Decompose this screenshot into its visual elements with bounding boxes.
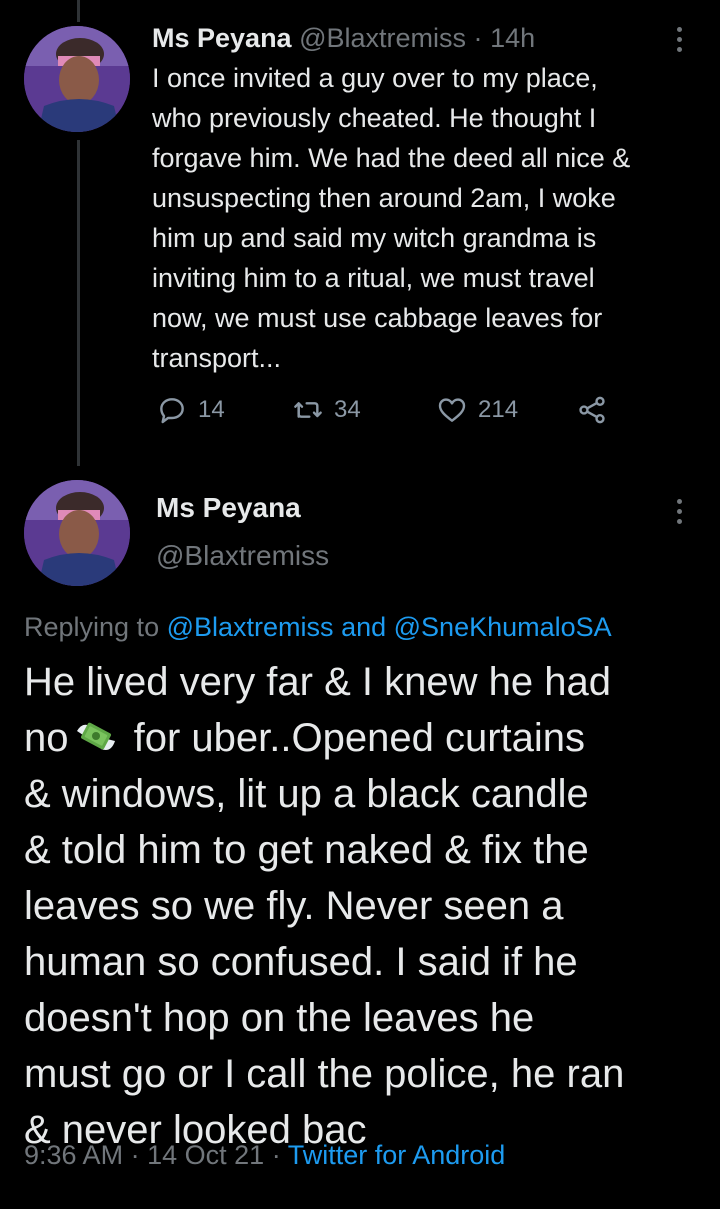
avatar-image [24, 26, 130, 132]
tweet-line: & told him to get naked & fix the [24, 828, 589, 872]
tweet-line: him up and said my witch grandma is [152, 223, 597, 253]
separator: · [473, 23, 483, 53]
more-options-button[interactable] [664, 22, 694, 56]
thread-line [77, 140, 80, 466]
tweet-text: I once invited a guy over to my place, w… [152, 58, 692, 378]
thread-line-top [77, 0, 80, 22]
footer-time[interactable]: 9:36 AM [24, 1140, 123, 1170]
avatar-image [24, 480, 130, 586]
tweet-actions: 14 34 214 [156, 394, 636, 434]
tweet-line: no for uber..Opened curtains [24, 710, 704, 766]
tweet-word: for uber..Opened curtains [133, 716, 586, 760]
source-link[interactable]: Twitter for Android [288, 1140, 506, 1170]
like-icon [438, 398, 466, 422]
retweet-icon [294, 402, 322, 418]
more-options-button[interactable] [664, 494, 694, 528]
tweet-text: He lived very far & I knew he had no for… [24, 654, 704, 1158]
avatar[interactable] [24, 26, 130, 132]
and-word: and [341, 612, 387, 642]
tweet-line: must go or I call the police, he ran [24, 1052, 625, 1096]
tweet-line: leaves so we fly. Never seen a [24, 884, 564, 928]
separator: · [130, 1140, 140, 1170]
tweet-line: He lived very far & I knew he had [24, 660, 611, 704]
like-button[interactable]: 214 [436, 394, 518, 426]
tweet-line: forgave him. We had the deed all nice & [152, 143, 631, 173]
replying-label: Replying to [24, 612, 160, 642]
tweet-line: now, we must use cabbage leaves for [152, 303, 603, 333]
avatar[interactable] [24, 480, 130, 586]
replying-to: Replying to @Blaxtremiss and @SneKhumalo… [24, 612, 612, 643]
reply-count: 14 [198, 396, 225, 423]
tweet-line: inviting him to a ritual, we must travel [152, 263, 595, 293]
footer-date[interactable]: 14 Oct 21 [147, 1140, 264, 1170]
tweet-line: who previously cheated. He thought I [152, 103, 597, 133]
tweet-line: doesn't hop on the leaves he [24, 996, 535, 1040]
tweet-line: unsuspecting then around 2am, I woke [152, 183, 616, 213]
user-handle[interactable]: @Blaxtremiss [156, 540, 329, 572]
reply-button[interactable]: 14 [156, 394, 225, 426]
retweet-button[interactable]: 34 [292, 394, 361, 426]
mention-link[interactable]: @SneKhumaloSA [394, 612, 612, 642]
money-with-wings-icon [76, 722, 115, 750]
tweet-line: human so confused. I said if he [24, 940, 578, 984]
display-name[interactable]: Ms Peyana [152, 23, 292, 53]
share-icon [579, 396, 605, 424]
reply-icon [160, 398, 184, 424]
tweet-line: I once invited a guy over to my place, [152, 63, 598, 93]
separator: · [271, 1140, 281, 1170]
tweet-word: no [24, 716, 69, 760]
timestamp[interactable]: 14h [490, 23, 535, 53]
tweet-line: transport... [152, 343, 282, 373]
tweet-header: Ms Peyana @Blaxtremiss · 14h [152, 20, 535, 56]
display-name[interactable]: Ms Peyana [156, 492, 301, 524]
share-button[interactable] [576, 394, 608, 426]
retweet-count: 34 [334, 396, 361, 423]
tweet-line: & windows, lit up a black candle [24, 772, 589, 816]
user-handle[interactable]: @Blaxtremiss [299, 23, 466, 53]
mention-link[interactable]: @Blaxtremiss [167, 612, 334, 642]
tweet-footer: 9:36 AM · 14 Oct 21 · Twitter for Androi… [24, 1140, 505, 1171]
like-count: 214 [478, 396, 519, 423]
